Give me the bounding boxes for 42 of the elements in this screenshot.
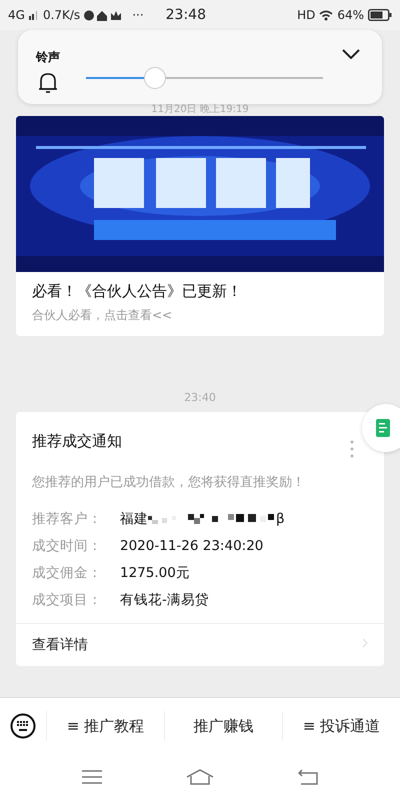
slider-thumb[interactable] [144,67,166,89]
menu-tab[interactable]: ≡ 投诉通道 [282,711,400,741]
bell-icon [38,72,58,94]
details-link[interactable]: 查看详情 [16,623,384,666]
battery-icon [368,9,392,21]
announcement-title: 必看！《合伙人公告》已更新！ [32,282,243,301]
field-label: 成交时间： [32,536,103,554]
field-label: 推荐客户： [32,510,103,528]
floating-button[interactable] [362,404,400,452]
menu-icon[interactable] [82,770,102,784]
speed-label: 0.7K/s [42,8,80,22]
time-label: 23:40 [184,390,216,406]
deal-message: 您推荐的用户已成功借款，您将获得直推奖励！ [31,474,306,491]
clock: 23:48 [166,7,206,23]
field-value: 福建 [120,510,148,528]
signal-icon [28,10,39,20]
notification-icons-drawing [84,10,122,20]
more-label: ··· [132,8,144,22]
field-label: 成交项目： [32,590,103,608]
field-label: 成交佣金： [32,564,103,582]
hd-label: HD [297,8,316,22]
chevron-down-icon[interactable] [342,49,360,59]
chevron-right-icon [362,638,368,648]
announcement-subtitle: 合伙人必看，点击查看<< [32,307,174,324]
field-value: 有钱花-满易贷 [120,590,209,608]
announcement-card[interactable]: 必看！《合伙人公告》已更新！ 合伙人必看，点击查看<< [16,116,384,336]
volume-slider[interactable] [86,67,323,89]
menu-tab[interactable]: 推广赚钱 [164,711,282,741]
battery-label: 64% [337,8,364,22]
field-value: 2020-11-26 23:40:20 [120,538,264,554]
keyboard-icon[interactable] [10,713,36,739]
home-icon[interactable] [186,769,214,785]
document-icon [376,419,390,437]
field-value: 1275.00元 [120,564,190,582]
wifi-icon [319,10,334,20]
deal-title: 推荐成交通知 [32,432,122,451]
menu-tab[interactable]: ≡ 推广教程 [46,711,164,741]
ringtone-label: 铃声 [36,48,60,66]
field-value: β [276,510,285,526]
network-label: 4G [8,8,25,22]
back-icon[interactable] [298,769,318,785]
date-label: 11月20日 晚上19:19 [151,103,249,117]
